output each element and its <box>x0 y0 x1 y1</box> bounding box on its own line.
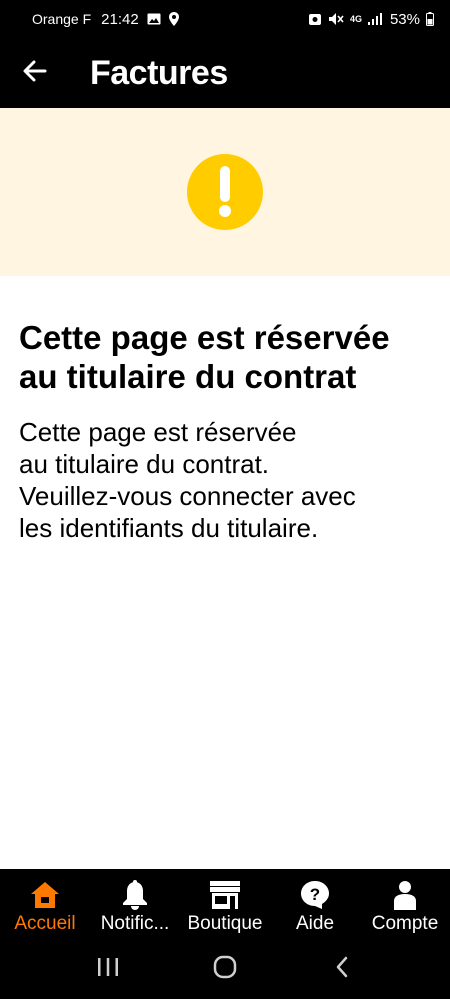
bottom-navigation: Accueil Notific... Boutique ? Aide Compt… <box>0 869 450 940</box>
back-button[interactable] <box>0 38 70 108</box>
message-body-line: Cette page est réservée <box>19 417 297 447</box>
nav-label: Accueil <box>14 913 76 934</box>
signal-icon <box>367 13 382 25</box>
recents-icon <box>97 957 119 982</box>
alarm-icon <box>308 12 322 26</box>
recents-button[interactable] <box>78 950 138 990</box>
nav-label: Boutique <box>187 913 263 934</box>
back-chevron-icon <box>335 956 349 983</box>
battery-icon <box>426 12 434 26</box>
message-title: Cette page est réservée au titulaire du … <box>19 319 390 395</box>
home-circle-icon <box>213 955 237 984</box>
message-content: Cette page est réservée au titulaire du … <box>19 318 434 544</box>
carrier-name: Orange F <box>32 11 92 27</box>
home-icon <box>30 879 60 911</box>
warning-banner <box>0 108 450 276</box>
help-icon: ? <box>300 879 330 911</box>
warning-icon <box>187 154 263 230</box>
message-body-line: les identifiants du titulaire. <box>19 513 319 543</box>
message-body-line: au titulaire du contrat. <box>19 449 270 479</box>
mute-icon <box>328 12 344 26</box>
message-body-line: Veuillez-vous connecter avec <box>19 481 356 511</box>
nav-label: Compte <box>371 913 439 934</box>
app-bar: Factures <box>0 38 450 108</box>
back-system-button[interactable] <box>312 950 372 990</box>
network-type-icon: 4G <box>349 13 362 24</box>
message-body: Cette page est réservée au titulaire du … <box>19 416 434 544</box>
arrow-left-icon <box>23 60 47 87</box>
status-bar: Orange F 21:42 4G 53% <box>0 0 450 38</box>
nav-label: Notific... <box>100 913 170 934</box>
svg-text:?: ? <box>310 885 320 904</box>
gallery-icon <box>147 13 161 25</box>
bell-icon <box>122 879 148 911</box>
location-icon <box>168 12 179 26</box>
nav-item-notifications[interactable]: Notific... <box>90 869 180 940</box>
shop-icon <box>209 879 241 911</box>
nav-item-boutique[interactable]: Boutique <box>180 869 270 940</box>
nav-item-compte[interactable]: Compte <box>360 869 450 940</box>
user-icon <box>393 879 417 911</box>
system-navigation <box>0 940 450 999</box>
nav-label: Aide <box>295 913 335 934</box>
page-title: Factures <box>90 53 228 92</box>
clock: 21:42 <box>101 10 139 28</box>
nav-item-aide[interactable]: ? Aide <box>270 869 360 940</box>
nav-item-accueil[interactable]: Accueil <box>0 869 90 940</box>
home-system-button[interactable] <box>195 950 255 990</box>
battery-percent: 53% <box>389 10 420 28</box>
